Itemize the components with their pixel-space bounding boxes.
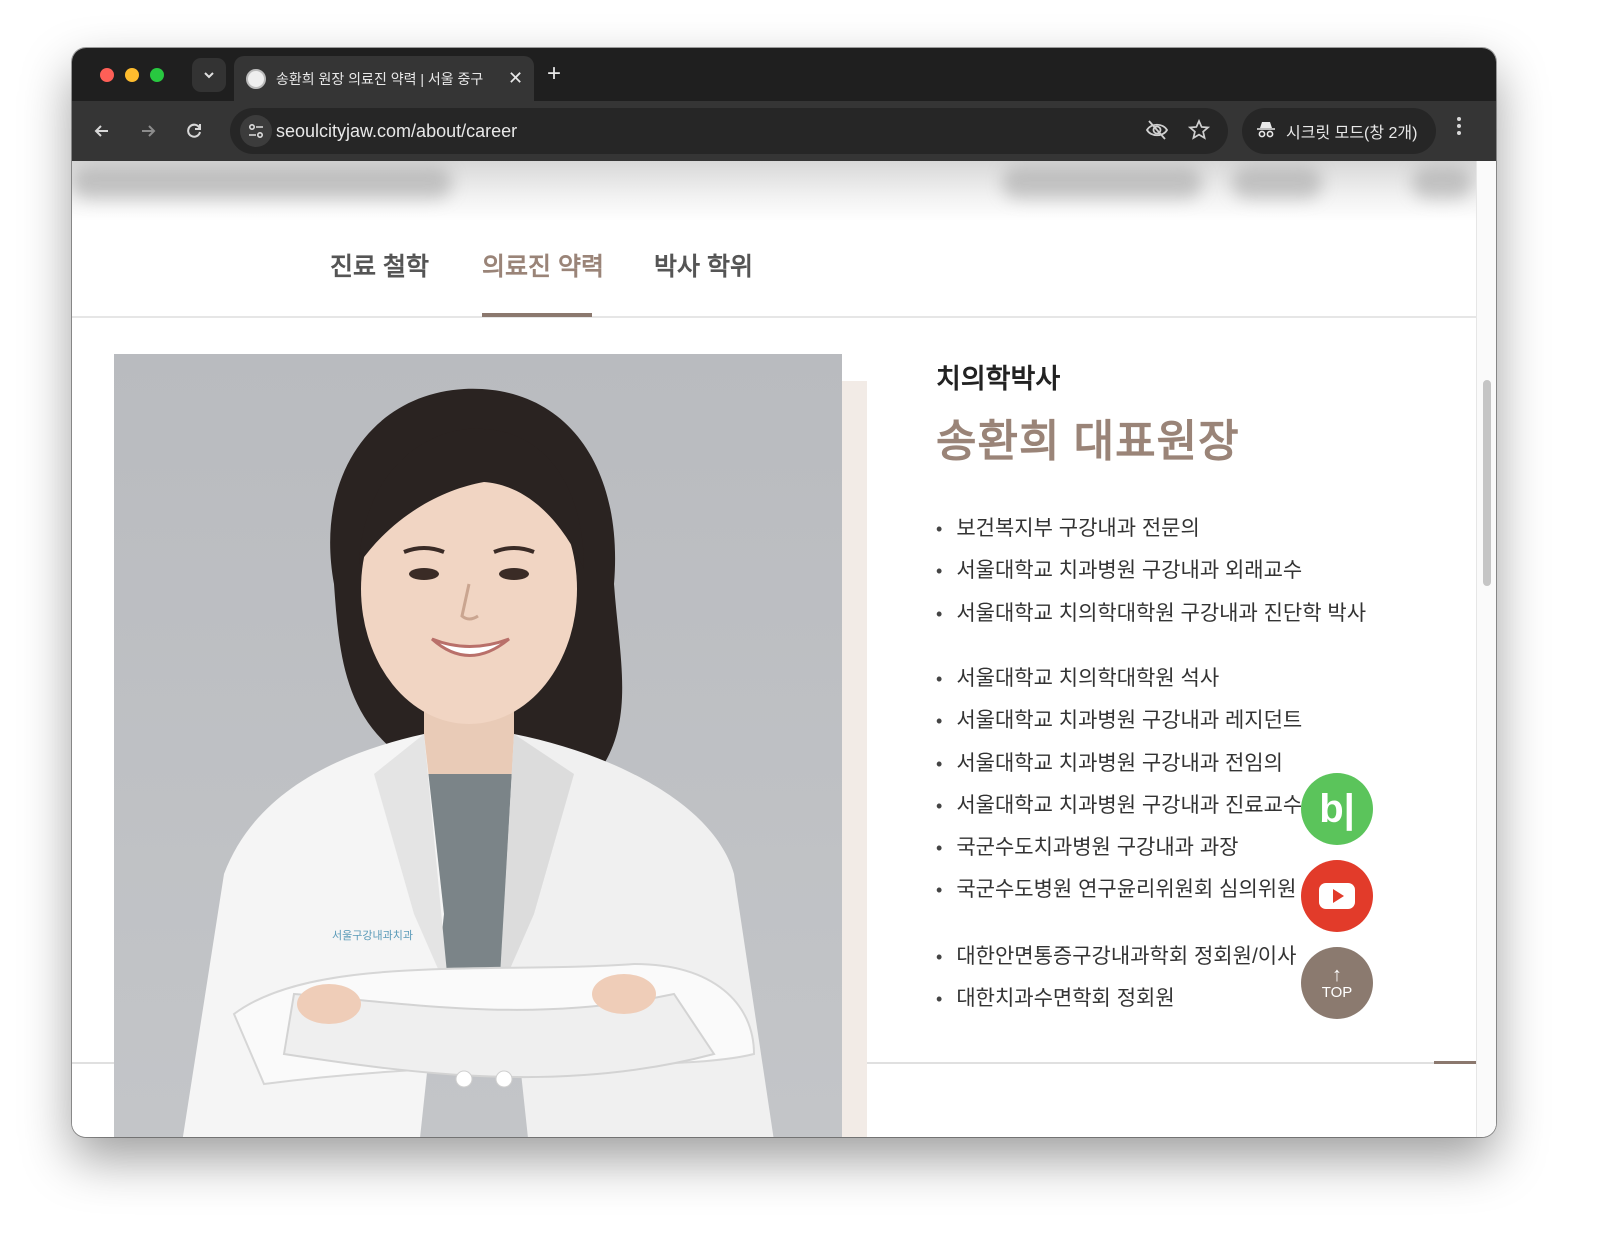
star-icon[interactable]: [1187, 118, 1211, 147]
list-item: 국군수도병원 연구윤리위원회 심의위원: [936, 869, 1302, 911]
forward-button[interactable]: [132, 115, 164, 147]
arrow-left-icon: [94, 125, 108, 137]
blurred-header: [72, 161, 1476, 221]
divider-left: [72, 1062, 114, 1064]
incognito-icon: [1256, 120, 1276, 143]
maximize-window-button[interactable]: [150, 68, 164, 82]
tab-strip: 송환희 원장 의료진 약력 | 서울 중구 ✕ +: [72, 48, 1496, 101]
career-list-group-3: 대한안면통증구강내과학회 정회원/이사 대한치과수면학회 정회원: [936, 936, 1296, 1021]
chevron-down-icon: [204, 72, 214, 79]
browser-toolbar: seoulcityjaw.com/about/career 시크릿 모드(창 2…: [72, 101, 1496, 161]
doctor-name: 송환희 대표원장: [936, 417, 1240, 466]
tune-icon: [248, 123, 264, 139]
site-favicon-icon: [246, 68, 266, 89]
scrollbar-thumb[interactable]: [1483, 380, 1491, 586]
photo-badge-text: 서울구강내과치과: [332, 929, 413, 942]
youtube-button[interactable]: [1301, 860, 1373, 932]
list-item: 국군수도치과병원 구강내과 과장: [936, 827, 1302, 869]
tab-philosophy[interactable]: 진료 철학: [330, 247, 429, 283]
tab-close-button[interactable]: ✕: [508, 68, 523, 89]
photo-accent-bar: [841, 381, 867, 1137]
incognito-indicator[interactable]: 시크릿 모드(창 2개): [1242, 108, 1436, 154]
tab-search-button[interactable]: [192, 58, 226, 92]
close-window-button[interactable]: [100, 68, 114, 82]
arrow-right-icon: [142, 125, 156, 137]
career-list-group-1: 보건복지부 구강내과 전문의 서울대학교 치과병원 구강내과 외래교수 서울대학…: [936, 508, 1366, 635]
career-list-group-2: 서울대학교 치의학대학원 석사 서울대학교 치과병원 구강내과 레지던트 서울대…: [936, 658, 1302, 912]
incognito-label: 시크릿 모드(창 2개): [1286, 125, 1418, 142]
browser-window: 송환희 원장 의료진 약력 | 서울 중구 ✕ + seoulcityjaw.c…: [72, 48, 1496, 1137]
active-tab-indicator: [482, 313, 592, 317]
blog-icon: b|: [1319, 786, 1355, 831]
address-bar[interactable]: seoulcityjaw.com/about/career: [230, 108, 1228, 154]
arrow-up-icon: ↑: [1332, 963, 1342, 986]
list-item: 서울대학교 치과병원 구강내과 외래교수: [936, 550, 1366, 592]
tab-career[interactable]: 의료진 약력: [482, 247, 604, 283]
blog-button[interactable]: b|: [1301, 773, 1373, 845]
top-label: TOP: [1321, 983, 1353, 1001]
list-item: 서울대학교 치의학대학원 구강내과 진단학 박사: [936, 593, 1366, 635]
doctor-photo: 서울구강내과치과: [114, 354, 842, 1137]
list-item: 서울대학교 치과병원 구강내과 레지던트: [936, 700, 1302, 742]
subnav-divider: [72, 316, 1476, 318]
list-item: 서울대학교 치과병원 구강내과 전임의: [936, 743, 1302, 785]
divider-accent: [1434, 1061, 1476, 1064]
divider-right: [867, 1062, 1476, 1064]
back-button[interactable]: [86, 115, 118, 147]
site-info-button[interactable]: [240, 115, 272, 147]
list-item: 대한안면통증구강내과학회 정회원/이사: [936, 936, 1296, 978]
list-item: 보건복지부 구강내과 전문의: [936, 508, 1366, 550]
doctor-degree: 치의학박사: [936, 364, 1061, 394]
tab-title: 송환희 원장 의료진 약력 | 서울 중구: [276, 70, 484, 87]
page-viewport: 진료 철학 의료진 약력 박사 학위 서울구강내과치과 치의학박사 송환희 대표…: [72, 161, 1496, 1137]
browser-tab[interactable]: 송환희 원장 의료진 약력 | 서울 중구 ✕: [234, 56, 534, 101]
scroll-top-button[interactable]: ↑ TOP: [1301, 947, 1373, 1019]
minimize-window-button[interactable]: [125, 68, 139, 82]
list-item: 서울대학교 치의학대학원 석사: [936, 658, 1302, 700]
reload-button[interactable]: [178, 115, 210, 147]
new-tab-button[interactable]: +: [547, 60, 561, 88]
youtube-icon: [1319, 883, 1355, 909]
list-item: 서울대학교 치과병원 구강내과 진료교수: [936, 785, 1302, 827]
reload-icon: [187, 123, 201, 138]
eye-off-icon[interactable]: [1145, 119, 1169, 147]
url-text: seoulcityjaw.com/about/career: [276, 121, 518, 141]
list-item: 대한치과수면학회 정회원: [936, 978, 1296, 1020]
tab-doctorate[interactable]: 박사 학위: [654, 247, 753, 283]
page-scrollbar[interactable]: [1476, 161, 1496, 1137]
kebab-menu-icon[interactable]: [1455, 115, 1463, 143]
